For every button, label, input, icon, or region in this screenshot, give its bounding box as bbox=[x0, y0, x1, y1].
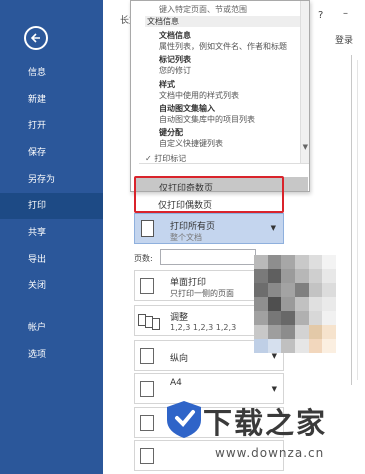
collate-icon bbox=[138, 314, 160, 330]
pixelated-overlay bbox=[254, 255, 336, 353]
one-sided-subtitle: 只打印一侧的页面 bbox=[170, 289, 234, 298]
pages-input[interactable] bbox=[160, 249, 256, 265]
print-range-subtitle: 整个文档 bbox=[170, 233, 202, 242]
menu-item-title[interactable]: 键分配 bbox=[159, 127, 183, 138]
sidebar-item-info[interactable]: 信息 bbox=[0, 60, 103, 86]
watermark: 下载之家 www.downza.cn bbox=[163, 398, 365, 474]
sidebar-item-print[interactable]: 打印 bbox=[0, 193, 103, 219]
back-button[interactable] bbox=[24, 26, 48, 50]
menu-item-desc: 属性列表，例如文件名、作者和标题 bbox=[159, 42, 287, 51]
orientation-title: 纵向 bbox=[170, 354, 189, 364]
collate-subtitle: 1,2,3 1,2,3 1,2,3 bbox=[170, 323, 237, 332]
print-range-dropdown[interactable]: 打印所有页 整个文档 ▼ bbox=[134, 213, 284, 244]
sidebar-item-share[interactable]: 共享 bbox=[0, 220, 103, 246]
login-link[interactable]: 登录 bbox=[335, 33, 353, 46]
watermark-url: www.downza.cn bbox=[215, 446, 325, 460]
paper-size-title: A4 bbox=[170, 378, 182, 388]
chevron-down-icon: ▼ bbox=[271, 385, 277, 393]
menu-section-header: 文档信息 bbox=[145, 16, 305, 27]
preview-edge bbox=[357, 60, 358, 380]
sidebar-item-export[interactable]: 导出 bbox=[0, 247, 103, 273]
watermark-text: 下载之家 bbox=[203, 406, 328, 440]
sidebar-item-open[interactable]: 打开 bbox=[0, 113, 103, 139]
sidebar-item-new[interactable]: 新建 bbox=[0, 87, 103, 113]
backstage-sidebar: 信息 新建 打开 保存 另存为 打印 共享 导出 关闭 帐户 选项 bbox=[0, 0, 103, 474]
paper-icon bbox=[140, 381, 154, 397]
print-range-title: 打印所有页 bbox=[170, 222, 216, 232]
menu-item-desc: 自定义快捷键列表 bbox=[159, 139, 223, 148]
menu-top-fragment: 键入特定页面、节或范围 bbox=[159, 5, 247, 14]
help-button[interactable]: ? bbox=[318, 10, 323, 21]
page-icon bbox=[141, 220, 154, 237]
sidebar-item-account[interactable]: 帐户 bbox=[0, 315, 103, 341]
scroll-down-icon[interactable]: ▼ bbox=[303, 143, 308, 151]
divider bbox=[351, 55, 352, 385]
chevron-down-icon: ▼ bbox=[270, 224, 276, 232]
sidebar-item-save[interactable]: 保存 bbox=[0, 140, 103, 166]
collate-title: 调整 bbox=[170, 313, 189, 323]
minimize-button[interactable]: – bbox=[343, 8, 348, 19]
menu-item-title[interactable]: 自动图文集输入 bbox=[159, 103, 215, 114]
single-page-icon bbox=[140, 278, 154, 294]
pages-label: 页数: bbox=[134, 254, 153, 263]
menu-separator bbox=[139, 163, 309, 164]
menu-item-title[interactable]: 样式 bbox=[159, 79, 175, 90]
menu-item-desc: 自动图文集库中的项目列表 bbox=[159, 115, 255, 124]
sidebar-item-save-as[interactable]: 另存为 bbox=[0, 167, 103, 193]
one-sided-title: 单面打印 bbox=[170, 278, 207, 288]
menu-item-desc: 文档中使用的样式列表 bbox=[159, 91, 239, 100]
sidebar-item-options[interactable]: 选项 bbox=[0, 342, 103, 368]
sidebar-item-close[interactable]: 关闭 bbox=[0, 273, 103, 299]
menu-scrollbar[interactable] bbox=[300, 1, 309, 163]
menu-item-title[interactable]: 标记列表 bbox=[159, 54, 191, 65]
highlight-box bbox=[134, 176, 284, 213]
print-range-menu: 键入特定页面、节或范围 文档信息 文档信息 属性列表，例如文件名、作者和标题 标… bbox=[130, 0, 310, 192]
arrow-left-icon bbox=[30, 33, 40, 43]
shield-logo-icon bbox=[167, 401, 201, 438]
pages-per-sheet-icon bbox=[140, 448, 154, 464]
margins-icon bbox=[140, 415, 154, 431]
portrait-icon bbox=[140, 348, 154, 364]
menu-item-label: 打印标记 bbox=[154, 154, 187, 163]
chevron-down-icon: ▼ bbox=[271, 352, 277, 360]
menu-item-title[interactable]: 文档信息 bbox=[159, 30, 191, 41]
menu-item-desc: 您的修订 bbox=[159, 66, 191, 75]
